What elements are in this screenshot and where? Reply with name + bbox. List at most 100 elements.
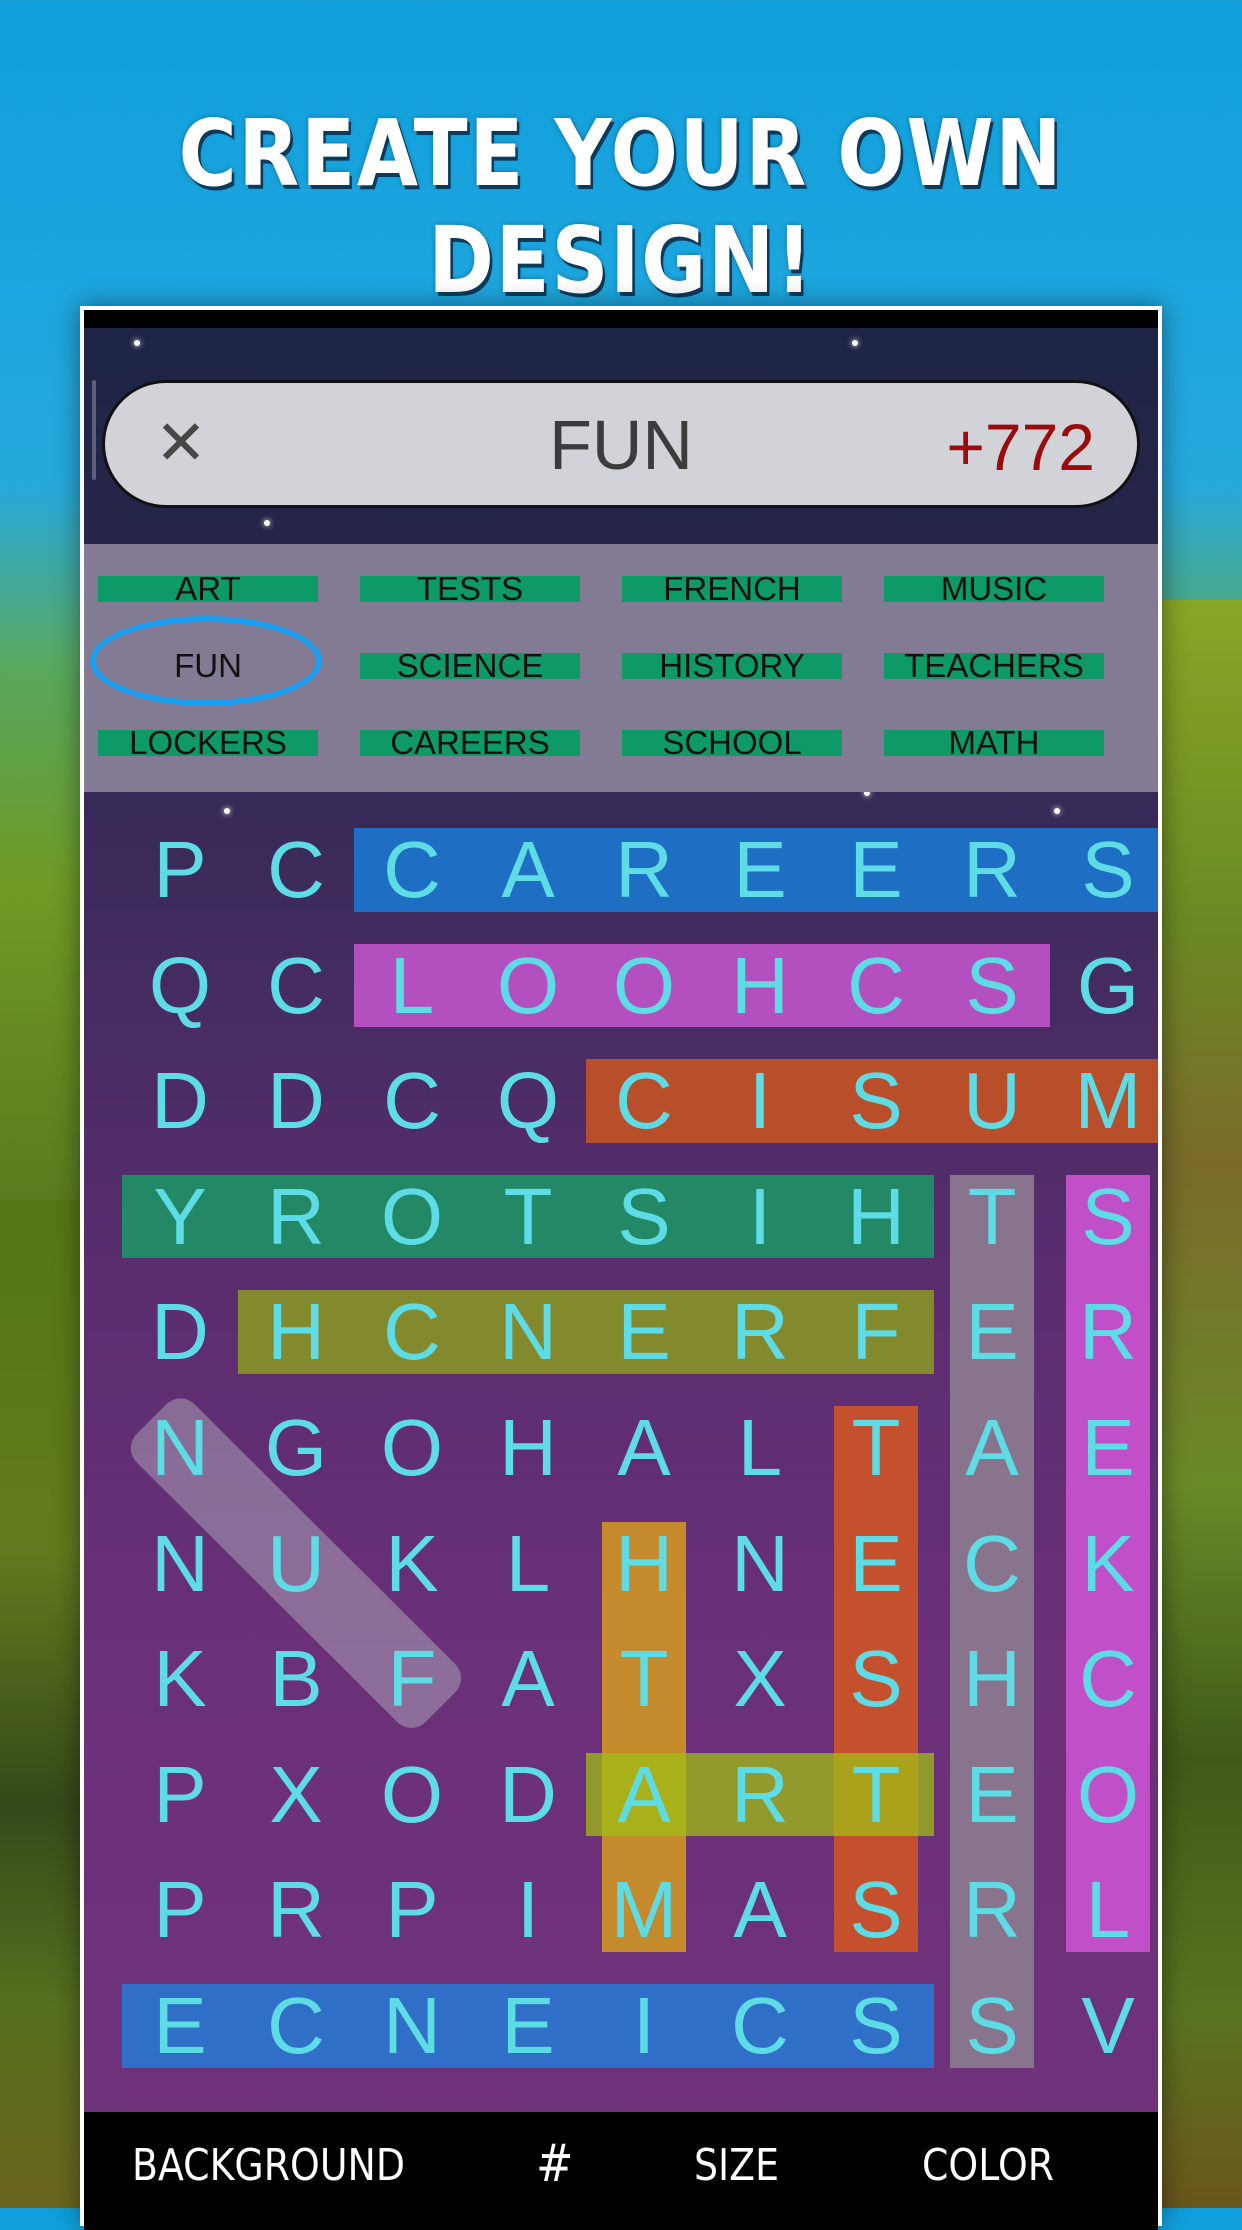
grid-cell[interactable]: L xyxy=(1050,1852,1158,1967)
grid-cell[interactable]: K xyxy=(1050,1506,1158,1621)
grid-cell[interactable]: S xyxy=(1050,812,1158,927)
grid-cell[interactable]: P xyxy=(354,1852,470,1967)
grid-cell[interactable]: O xyxy=(354,1390,470,1505)
grid-cell[interactable]: P xyxy=(122,1737,238,1852)
grid-cell[interactable]: C xyxy=(702,1968,818,2083)
grid-cell[interactable]: S xyxy=(934,1968,1050,2083)
grid-cell[interactable]: E xyxy=(818,812,934,927)
grid-cell[interactable]: C xyxy=(1050,1621,1158,1736)
grid-cell[interactable]: H xyxy=(818,1159,934,1274)
grid-cell[interactable]: D xyxy=(470,1737,586,1852)
grid-cell[interactable]: R xyxy=(702,1737,818,1852)
grid-cell[interactable]: G xyxy=(238,1390,354,1505)
grid-cell[interactable]: S xyxy=(818,1852,934,1967)
grid-cell[interactable]: O xyxy=(1050,1737,1158,1852)
size-button[interactable]: SIZE xyxy=(694,2140,779,2191)
grid-cell[interactable]: A xyxy=(470,812,586,927)
grid-cell[interactable]: X xyxy=(702,1621,818,1736)
grid-cell[interactable]: C xyxy=(818,928,934,1043)
grid-cell[interactable]: C xyxy=(354,1274,470,1389)
grid-cell[interactable]: T xyxy=(586,1621,702,1736)
grid-cell[interactable]: X xyxy=(238,1737,354,1852)
grid-cell[interactable]: U xyxy=(238,1506,354,1621)
grid-cell[interactable]: I xyxy=(702,1159,818,1274)
grid-cell[interactable]: O xyxy=(354,1737,470,1852)
grid-cell[interactable]: R xyxy=(586,812,702,927)
grid-cell[interactable]: T xyxy=(470,1159,586,1274)
grid-cell[interactable]: T xyxy=(818,1737,934,1852)
grid-cell[interactable]: S xyxy=(586,1159,702,1274)
grid-cell[interactable]: I xyxy=(470,1852,586,1967)
grid-cell[interactable]: A xyxy=(470,1621,586,1736)
grid-cell[interactable]: N xyxy=(122,1390,238,1505)
grid-cell[interactable]: L xyxy=(470,1506,586,1621)
grid-cell[interactable]: U xyxy=(934,1043,1050,1158)
grid-cell[interactable]: M xyxy=(586,1852,702,1967)
grid-cell[interactable]: H xyxy=(934,1621,1050,1736)
grid-cell[interactable]: E xyxy=(122,1968,238,2083)
grid-cell[interactable]: M xyxy=(1050,1043,1158,1158)
grid-cell[interactable]: B xyxy=(238,1621,354,1736)
grid-cell[interactable]: N xyxy=(122,1506,238,1621)
grid-cell[interactable]: I xyxy=(586,1968,702,2083)
grid-cell[interactable]: D xyxy=(122,1043,238,1158)
grid-cell[interactable]: K xyxy=(122,1621,238,1736)
grid-cell[interactable]: R xyxy=(702,1274,818,1389)
grid-cell[interactable]: O xyxy=(586,928,702,1043)
grid-cell[interactable]: S xyxy=(818,1968,934,2083)
grid-cell[interactable]: E xyxy=(702,812,818,927)
grid-cell[interactable]: S xyxy=(1050,1159,1158,1274)
grid-cell[interactable]: T xyxy=(818,1390,934,1505)
grid-cell[interactable]: R xyxy=(1050,1274,1158,1389)
grid-cell[interactable]: L xyxy=(354,928,470,1043)
grid-cell[interactable]: R xyxy=(934,812,1050,927)
grid-cell[interactable]: C xyxy=(354,812,470,927)
grid-cell[interactable]: S xyxy=(818,1043,934,1158)
grid-cell[interactable]: E xyxy=(818,1506,934,1621)
color-button[interactable]: COLOR xyxy=(922,2140,1054,2191)
grid-cell[interactable]: Q xyxy=(470,1043,586,1158)
grid-cell[interactable]: A xyxy=(586,1737,702,1852)
grid-cell[interactable]: R xyxy=(238,1159,354,1274)
grid-cell[interactable]: C xyxy=(586,1043,702,1158)
grid-cell[interactable]: O xyxy=(470,928,586,1043)
grid-cell[interactable]: H xyxy=(238,1274,354,1389)
grid-cell[interactable]: S xyxy=(818,1621,934,1736)
grid-cell[interactable]: Q xyxy=(122,928,238,1043)
grid-cell[interactable]: A xyxy=(702,1852,818,1967)
grid-cell[interactable]: R xyxy=(934,1852,1050,1967)
grid-cell[interactable]: C xyxy=(238,812,354,927)
grid-cell[interactable]: Y xyxy=(122,1159,238,1274)
grid-cell[interactable]: V xyxy=(1050,1968,1158,2083)
grid-cell[interactable]: E xyxy=(1050,1390,1158,1505)
grid-cell[interactable]: L xyxy=(702,1390,818,1505)
grid-cell[interactable]: T xyxy=(934,1159,1050,1274)
grid-cell[interactable]: P xyxy=(122,1852,238,1967)
grid-cell[interactable]: N xyxy=(702,1506,818,1621)
background-button[interactable]: BACKGROUND xyxy=(132,2140,405,2191)
grid-cell[interactable]: H xyxy=(470,1390,586,1505)
grid-cell[interactable]: E xyxy=(934,1737,1050,1852)
grid-cell[interactable]: K xyxy=(354,1506,470,1621)
grid-cell[interactable]: N xyxy=(354,1968,470,2083)
grid-cell[interactable]: D xyxy=(122,1274,238,1389)
grid-cell[interactable]: C xyxy=(934,1506,1050,1621)
grid-cell[interactable]: D xyxy=(238,1043,354,1158)
grid-cell[interactable]: C xyxy=(354,1043,470,1158)
grid-cell[interactable]: O xyxy=(354,1159,470,1274)
grid-cell[interactable]: I xyxy=(702,1043,818,1158)
grid-cell[interactable]: H xyxy=(586,1506,702,1621)
grid-number-button[interactable]: # xyxy=(536,2134,573,2194)
grid-cell[interactable]: C xyxy=(238,928,354,1043)
grid-cell[interactable]: E xyxy=(470,1968,586,2083)
grid-cell[interactable]: E xyxy=(934,1274,1050,1389)
grid-cell[interactable]: G xyxy=(1050,928,1158,1043)
grid-cell[interactable]: F xyxy=(818,1274,934,1389)
grid-cell[interactable]: R xyxy=(238,1852,354,1967)
grid-cell[interactable]: A xyxy=(586,1390,702,1505)
grid-cell[interactable]: S xyxy=(934,928,1050,1043)
letter-grid[interactable]: PCCAREERSQCLOOHCSGDDCQCISUMYROTSIHTSDHCN… xyxy=(84,310,1158,2230)
grid-cell[interactable]: P xyxy=(122,812,238,927)
grid-cell[interactable]: H xyxy=(702,928,818,1043)
grid-cell[interactable]: E xyxy=(586,1274,702,1389)
